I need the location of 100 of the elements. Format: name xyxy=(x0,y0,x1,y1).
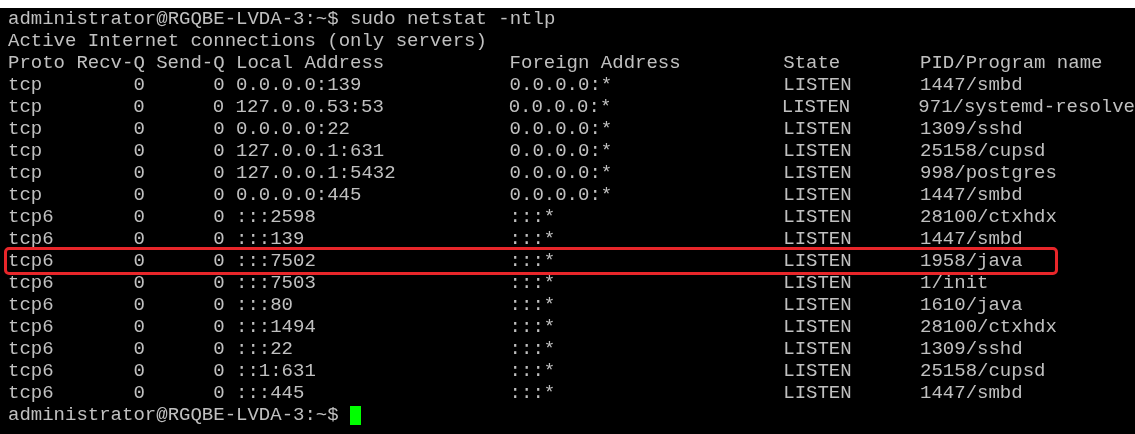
table-cell-text: 0 xyxy=(132,228,145,250)
table-cell-text: tcp6 xyxy=(8,360,55,382)
table-cell-text: 0 xyxy=(132,118,145,140)
table-cell-text: 0 xyxy=(212,250,225,272)
column-header: State xyxy=(783,52,842,74)
table-cell-text: 0.0.0.0:* xyxy=(509,162,614,184)
table-cell-text: tcp6 xyxy=(8,206,55,228)
table-cell-text: LISTEN xyxy=(783,118,853,140)
table-cell-text: tcp xyxy=(8,96,44,118)
table-cell: 1447/smbd xyxy=(920,74,1023,96)
table-cell-text: :::* xyxy=(509,338,557,360)
table-cell-text: 0 xyxy=(212,118,225,140)
column-header: PID/Program name xyxy=(920,52,1103,74)
table-cell-text: 0 xyxy=(132,382,145,404)
table-cell-text: 127.0.0.1:5432 xyxy=(236,162,397,184)
table-cell-text: :::2598 xyxy=(236,206,317,228)
table-cell-text: 0.0.0.0:* xyxy=(509,118,614,140)
table-cell-text: :::22 xyxy=(236,338,294,360)
table-cell-text: 0 xyxy=(132,162,145,184)
table-cell-text: LISTEN xyxy=(783,162,853,184)
table-cell-text: 0 xyxy=(132,338,145,360)
command-text: sudo netstat -ntlp xyxy=(350,8,556,30)
table-cell-text: tcp6 xyxy=(8,228,55,250)
table-cell-text: 0 xyxy=(212,360,225,382)
table-cell-text: :::* xyxy=(509,250,557,272)
table-cell: 1958/java xyxy=(920,250,1023,272)
table-cell-text: LISTEN xyxy=(783,206,853,228)
table-cell-text: tcp6 xyxy=(8,272,55,294)
table-cell-text: 0 xyxy=(132,360,145,382)
table-cell-text: :::* xyxy=(509,294,557,316)
table-cell-text: tcp xyxy=(8,74,44,96)
table-cell-text: LISTEN xyxy=(783,184,853,206)
table-cell-text: tcp6 xyxy=(8,294,55,316)
table-cell-text: tcp xyxy=(8,184,44,206)
table-cell-text: :::* xyxy=(509,272,557,294)
column-header: Recv-Q xyxy=(76,52,145,74)
table-cell: 971/systemd-resolve xyxy=(918,96,1135,118)
table-cell-text: tcp xyxy=(8,140,44,162)
table-cell-text: LISTEN xyxy=(781,96,852,118)
table-cell-text: 0 xyxy=(212,316,225,338)
table-cell-text: LISTEN xyxy=(783,228,853,250)
table-cell-text: LISTEN xyxy=(783,74,853,96)
table-cell-text: 0.0.0.0:139 xyxy=(236,74,363,96)
shell-prompt: administrator@RGQBE-LVDA-3:~$ xyxy=(8,404,339,426)
table-cell-text: 0 xyxy=(212,294,225,316)
table-cell-text: 0 xyxy=(212,228,225,250)
table-cell-text: LISTEN xyxy=(783,272,853,294)
column-header: Local Address xyxy=(236,52,386,74)
table-cell-text: tcp6 xyxy=(8,382,55,404)
table-cell-text: tcp6 xyxy=(8,338,55,360)
table-cell-text: 0.0.0.0:445 xyxy=(236,184,363,206)
shell-prompt: administrator@RGQBE-LVDA-3:~$ xyxy=(8,8,339,30)
table-cell-text: 0 xyxy=(212,382,225,404)
table-cell-text: LISTEN xyxy=(783,360,853,382)
table-cell-text: LISTEN xyxy=(783,316,853,338)
column-header: Foreign Address xyxy=(509,52,682,74)
table-cell-text: :::7502 xyxy=(236,250,317,272)
table-cell: 1447/smbd xyxy=(920,382,1023,404)
table-cell-text: ::1:631 xyxy=(236,360,317,382)
table-cell-text: 0 xyxy=(212,184,225,206)
table-cell-text: 0 xyxy=(212,272,225,294)
table-cell-text: 127.0.0.53:53 xyxy=(235,96,385,118)
table-cell: 28100/ctxhdx xyxy=(920,316,1057,338)
table-cell-text: 0.0.0.0:* xyxy=(508,96,613,118)
output-title: Active Internet connections (only servers) xyxy=(8,30,488,52)
table-cell-text: 0.0.0.0:22 xyxy=(236,118,351,140)
table-cell-text: 0 xyxy=(132,206,145,228)
table-cell-text: :::1494 xyxy=(236,316,317,338)
table-cell-text: tcp xyxy=(8,162,44,184)
table-cell-text: 0 xyxy=(211,96,225,118)
table-cell: 1447/smbd xyxy=(920,184,1023,206)
table-cell-text: :::139 xyxy=(236,228,306,250)
table-cell-text: LISTEN xyxy=(783,140,853,162)
table-cell-text: 0 xyxy=(132,294,145,316)
table-cell-text: LISTEN xyxy=(783,382,853,404)
table-cell-text: :::* xyxy=(509,228,557,250)
table-cell-text: 0.0.0.0:* xyxy=(509,184,614,206)
table-cell: 998/postgres xyxy=(920,162,1057,184)
table-cell-text: :::* xyxy=(509,316,557,338)
table-cell-text: 0 xyxy=(132,184,145,206)
table-cell-text: 0 xyxy=(132,140,145,162)
table-cell: 28100/ctxhdx xyxy=(920,206,1057,228)
table-cell: 1/init xyxy=(920,272,989,294)
table-cell-text: tcp6 xyxy=(8,316,55,338)
table-cell-text: 0 xyxy=(132,272,145,294)
column-header: Proto xyxy=(8,52,65,74)
table-cell-text: :::* xyxy=(509,360,557,382)
table-cell: 1309/sshd xyxy=(920,338,1023,360)
table-cell-text: :::* xyxy=(509,206,557,228)
table-cell-text: 0.0.0.0:* xyxy=(509,74,614,96)
table-cell-text: 0 xyxy=(212,74,225,96)
table-cell: 1610/java xyxy=(920,294,1023,316)
table-cell-text: :::* xyxy=(509,382,557,404)
table-cell-text: 0 xyxy=(132,316,145,338)
table-cell-text: 0 xyxy=(212,162,225,184)
table-cell: 25158/cupsd xyxy=(920,140,1046,162)
table-cell-text: 0 xyxy=(132,250,145,272)
table-cell-text: 0 xyxy=(132,74,145,96)
table-cell: 1447/smbd xyxy=(920,228,1023,250)
table-cell-text: 0 xyxy=(212,140,225,162)
